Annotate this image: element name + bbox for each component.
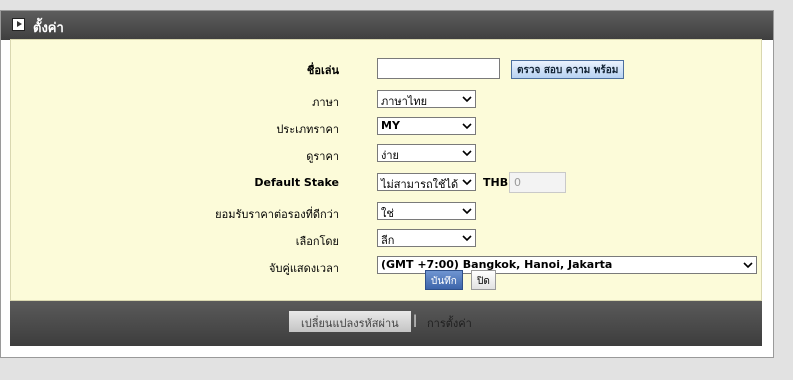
tab-settings[interactable]: การตั้งค่า (427, 314, 472, 332)
default-stake-row: Default Stake ไม่สามารถใช้ได้ THB 0 (11, 172, 761, 193)
odds-type-row: ประเภทราคา MY (11, 117, 761, 137)
settings-form: ชื่อเล่น ตรวจ สอบ ความ พร้อม ภาษา ภาษาไท… (10, 39, 762, 301)
language-value: ภาษาไทย (381, 95, 428, 108)
language-row: ภาษา ภาษาไทย (11, 90, 761, 110)
odds-view-field-wrap: ง่าย (377, 144, 476, 162)
chevron-down-icon (462, 96, 472, 103)
close-button[interactable]: ปิด (471, 270, 496, 290)
odds-view-row: ดูราคา ง่าย (11, 144, 761, 164)
odds-type-field-wrap: MY (377, 117, 476, 135)
odds-type-select[interactable]: MY (377, 117, 476, 135)
default-stake-select[interactable]: ไม่สามารถใช้ได้ (377, 173, 476, 191)
chevron-down-icon (462, 150, 472, 157)
odds-view-value: ง่าย (381, 149, 399, 162)
play-icon (12, 18, 25, 31)
check-availability-button[interactable]: ตรวจ สอบ ความ พร้อม (511, 60, 625, 79)
sort-by-value: ลีก (381, 234, 395, 247)
odds-view-label: ดูราคา (306, 150, 339, 163)
stake-amount-input[interactable]: 0 (509, 172, 566, 193)
chevron-down-icon (462, 235, 472, 242)
default-stake-value: ไม่สามารถใช้ได้ (381, 178, 459, 191)
odds-type-label: ประเภทราคา (276, 123, 339, 136)
footer-tabs: เปลี่ยนแปลงรหัสผ่าน | การตั้งค่า (10, 301, 762, 346)
tab-change-password[interactable]: เปลี่ยนแปลงรหัสผ่าน (289, 311, 411, 332)
nickname-input[interactable] (377, 58, 500, 79)
nickname-row: ชื่อเล่น ตรวจ สอบ ความ พร้อม (11, 58, 761, 79)
tab-separator: | (413, 313, 418, 327)
accept-better-odds-row: ยอมรับราคาต่อรองที่ดีกว่า ใช่ (11, 202, 761, 222)
odds-view-select[interactable]: ง่าย (377, 144, 476, 162)
accept-better-odds-label: ยอมรับราคาต่อรองที่ดีกว่า (215, 208, 339, 221)
timezone-label: จับคู่แสดงเวลา (269, 262, 339, 275)
odds-type-value: MY (381, 119, 400, 132)
accept-better-odds-value: ใช่ (381, 207, 394, 220)
accept-better-odds-field-wrap: ใช่ (377, 202, 476, 220)
chevron-down-icon (462, 208, 472, 215)
language-label: ภาษา (312, 96, 339, 109)
language-select[interactable]: ภาษาไทย (377, 90, 476, 108)
sort-by-label: เลือกโดย (295, 235, 339, 248)
chevron-down-icon (462, 123, 472, 130)
nickname-field-wrap: ตรวจ สอบ ความ พร้อม (377, 58, 625, 79)
chevron-down-icon (462, 179, 472, 186)
nickname-label: ชื่อเล่น (306, 64, 339, 77)
currency-label: THB (483, 176, 509, 189)
accept-better-odds-select[interactable]: ใช่ (377, 202, 476, 220)
default-stake-label: Default Stake (254, 176, 339, 189)
sort-by-select[interactable]: ลีก (377, 229, 476, 247)
save-button[interactable]: บันทึก (425, 270, 463, 290)
sort-by-field-wrap: ลีก (377, 229, 476, 247)
language-field-wrap: ภาษาไทย (377, 90, 476, 108)
timezone-row: จับคู่แสดงเวลา (GMT +7:00) Bangkok, Hano… (11, 256, 761, 276)
page-title: ตั้งค่า (33, 21, 64, 36)
sort-by-row: เลือกโดย ลีก (11, 229, 761, 249)
chevron-down-icon (743, 262, 753, 269)
default-stake-field-wrap: ไม่สามารถใช้ได้ THB 0 (377, 172, 566, 193)
timezone-value: (GMT +7:00) Bangkok, Hanoi, Jakarta (381, 258, 613, 271)
